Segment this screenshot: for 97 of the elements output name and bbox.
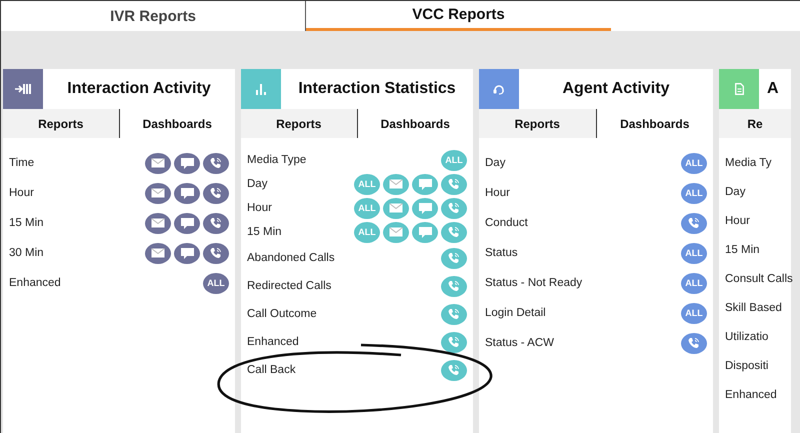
all-channels-button[interactable]: ALL: [681, 152, 707, 174]
card-tab[interactable]: Reports: [241, 109, 358, 138]
email-button[interactable]: [383, 198, 409, 218]
chat-button[interactable]: [412, 198, 438, 218]
report-name: Hour: [485, 187, 510, 199]
report-name: Day: [485, 157, 506, 169]
report-name: 30 Min: [9, 247, 44, 259]
chat-bubble-icon: [418, 202, 432, 214]
phone-icon: [448, 178, 460, 190]
phone-button[interactable]: [441, 332, 467, 352]
chat-bubble-icon: [180, 248, 194, 258]
phone-icon: [448, 308, 460, 320]
email-button[interactable]: [145, 212, 171, 234]
report-name: Enhanced: [9, 277, 61, 289]
all-channels-button[interactable]: ALL: [681, 182, 707, 204]
chat-bubble-icon: [180, 218, 194, 228]
email-button[interactable]: [145, 182, 171, 204]
report-name: Call Outcome: [247, 308, 317, 320]
report-name: Enhanced: [247, 336, 299, 348]
report-name: Skill Based: [725, 302, 782, 314]
report-name: Enhanced: [725, 388, 777, 400]
card-title: A: [766, 80, 780, 98]
report-name: Time: [9, 157, 34, 169]
envelope-icon: [389, 203, 403, 213]
envelope-icon: [389, 179, 403, 189]
envelope-icon: [389, 227, 403, 237]
phone-icon: [448, 252, 460, 264]
envelope-icon: [151, 188, 165, 198]
phone-button[interactable]: [681, 212, 707, 234]
report-name: Call Back: [247, 364, 296, 376]
bar-chart-icon: [256, 84, 266, 94]
report-name: Consult Calls: [725, 272, 793, 284]
chat-bubble-icon: [180, 158, 194, 168]
chat-button[interactable]: [412, 222, 438, 242]
report-name: Conduct: [485, 217, 528, 229]
report-name: Hour: [247, 202, 272, 214]
all-channels-button[interactable]: ALL: [681, 242, 707, 264]
report-name: 15 Min: [725, 244, 760, 256]
report-name: 15 Min: [9, 217, 44, 229]
chat-button[interactable]: [174, 212, 200, 234]
report-name: Status - Not Ready: [485, 277, 582, 289]
card-title: Interaction Activity: [66, 80, 212, 98]
phone-icon: [688, 337, 700, 349]
phone-icon: [210, 157, 222, 169]
phone-icon: [210, 187, 222, 199]
phone-button[interactable]: [681, 332, 707, 354]
chat-button[interactable]: [412, 174, 438, 194]
phone-icon: [688, 217, 700, 229]
phone-button[interactable]: [203, 242, 229, 264]
envelope-icon: [151, 248, 165, 258]
report-name: Utilizatio: [725, 330, 768, 342]
report-name: Status: [485, 247, 518, 259]
report-name: Dispositi: [725, 360, 768, 372]
report-name: Hour: [725, 214, 750, 226]
phone-icon: [210, 247, 222, 259]
email-button[interactable]: [145, 152, 171, 174]
report-name: Media Type: [247, 154, 306, 166]
report-name: Status - ACW: [485, 337, 554, 349]
chat-button[interactable]: [174, 182, 200, 204]
report-name: Abandoned Calls: [247, 252, 335, 264]
card-tab[interactable]: Reports: [479, 109, 596, 138]
phone-icon: [448, 202, 460, 214]
envelope-icon: [151, 158, 165, 168]
all-channels-button[interactable]: ALL: [203, 272, 229, 294]
report-name: Hour: [9, 187, 34, 199]
card-title: Agent Activity: [562, 80, 670, 98]
phone-button[interactable]: [203, 152, 229, 174]
email-button[interactable]: [383, 174, 409, 194]
document-icon: [734, 83, 744, 95]
headset-icon: [493, 84, 505, 94]
report-name: Day: [725, 186, 746, 198]
all-channels-button[interactable]: ALL: [681, 302, 707, 324]
report-name: Media Ty: [725, 156, 772, 168]
all-channels-button[interactable]: ALL: [681, 272, 707, 294]
chat-button[interactable]: [174, 152, 200, 174]
phone-button[interactable]: [203, 182, 229, 204]
phone-icon: [448, 336, 460, 348]
phone-icon: [210, 217, 222, 229]
report-name: Login Detail: [485, 307, 546, 319]
chat-bubble-icon: [418, 226, 432, 238]
report-name: Redirected Calls: [247, 280, 332, 292]
report-name: 15 Min: [247, 226, 282, 238]
chat-bubble-icon: [418, 178, 432, 190]
envelope-icon: [151, 218, 165, 228]
card-tab[interactable]: Re: [719, 109, 791, 138]
phone-button[interactable]: [203, 212, 229, 234]
email-button[interactable]: [145, 242, 171, 264]
phone-icon: [448, 364, 460, 376]
card-tab[interactable]: Reports: [3, 109, 120, 138]
email-button[interactable]: [383, 222, 409, 242]
phone-icon: [448, 226, 460, 238]
chat-button[interactable]: [174, 242, 200, 264]
card-title: Interaction Statistics: [297, 80, 457, 98]
report-name: Day: [247, 178, 268, 190]
chat-bubble-icon: [180, 188, 194, 198]
enter-icon: [15, 83, 31, 95]
phone-icon: [448, 280, 460, 292]
